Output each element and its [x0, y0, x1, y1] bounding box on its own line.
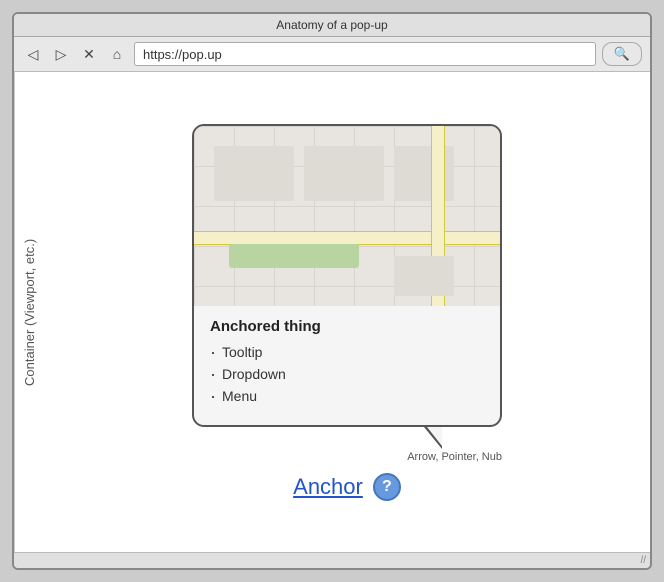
map-block: [394, 256, 454, 296]
popup-arrow: [424, 427, 442, 449]
anchored-list: Tooltip Dropdown Menu: [210, 343, 484, 405]
anchored-title: Anchored thing: [210, 318, 484, 335]
toolbar: ◁ ▷ ✕ ⌂ 🔍: [14, 37, 650, 72]
popup-arrow-wrapper: Arrow, Pointer, Nub: [192, 427, 502, 463]
search-icon: 🔍: [614, 46, 630, 62]
list-item-label: Menu: [222, 388, 257, 404]
search-button[interactable]: 🔍: [602, 42, 642, 66]
list-item: Tooltip: [210, 343, 484, 361]
sidebar-label: Container (Viewport, etc.): [14, 72, 44, 552]
bottom-bar: //: [14, 552, 650, 568]
anchor-row: Anchor ?: [293, 473, 401, 501]
popup-container: Anchored thing Tooltip Dropdown Menu: [192, 124, 502, 501]
list-item: Menu: [210, 387, 484, 405]
back-icon: ◁: [28, 46, 39, 63]
map-road-horizontal: [194, 231, 500, 245]
help-button[interactable]: ?: [373, 473, 401, 501]
map-block: [214, 146, 294, 201]
list-item: Dropdown: [210, 365, 484, 383]
close-button[interactable]: ✕: [78, 43, 100, 65]
page-title: Anatomy of a pop-up: [276, 18, 387, 32]
map-green-block: [229, 244, 359, 268]
home-icon: ⌂: [113, 46, 121, 62]
forward-button[interactable]: ▷: [50, 43, 72, 65]
browser-window: Anatomy of a pop-up ◁ ▷ ✕ ⌂ 🔍 Container …: [12, 12, 652, 570]
resize-handle[interactable]: //: [640, 555, 646, 566]
main-content: Anchored thing Tooltip Dropdown Menu: [44, 72, 650, 552]
anchor-link[interactable]: Anchor: [293, 474, 363, 500]
arrow-label: Arrow, Pointer, Nub: [192, 451, 502, 463]
map-area: [194, 126, 500, 306]
map-block: [394, 146, 454, 201]
home-button[interactable]: ⌂: [106, 43, 128, 65]
forward-icon: ▷: [56, 46, 67, 63]
popup-body: Anchored thing Tooltip Dropdown Menu: [194, 306, 500, 425]
close-icon: ✕: [83, 46, 95, 63]
popup-box: Anchored thing Tooltip Dropdown Menu: [192, 124, 502, 427]
browser-content: Container (Viewport, etc.): [14, 72, 650, 552]
address-bar[interactable]: [134, 42, 596, 66]
title-bar: Anatomy of a pop-up: [14, 14, 650, 37]
back-button[interactable]: ◁: [22, 43, 44, 65]
list-item-label: Dropdown: [222, 366, 286, 382]
list-item-label: Tooltip: [222, 344, 262, 360]
map-block: [304, 146, 384, 201]
